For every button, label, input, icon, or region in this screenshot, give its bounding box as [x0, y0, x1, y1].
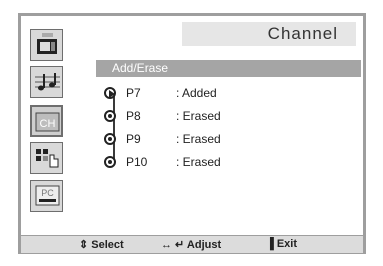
radio-dot-icon: [104, 133, 116, 145]
channel-name: P9: [126, 132, 141, 146]
page-title: Channel: [267, 24, 338, 43]
footer-hints: ⇕ Select ↔ ↵ Adjust ▐ Exit: [21, 236, 363, 253]
play-icon: [104, 87, 116, 99]
channel-connector-line: [113, 90, 115, 162]
sidebar-item-sound[interactable]: [30, 66, 63, 98]
channel-status: : Erased: [176, 132, 221, 146]
channel-name: P8: [126, 109, 141, 123]
svg-text:PC: PC: [41, 188, 54, 198]
radio-dot-icon: [104, 156, 116, 168]
pc-icon: PC: [35, 185, 60, 206]
adjust-hint: ↔ ↵ Adjust: [161, 239, 222, 251]
sound-icon: [35, 73, 60, 91]
channel-status: : Erased: [176, 155, 221, 169]
add-erase-row[interactable]: Add/Erase: [96, 60, 361, 77]
sidebar-item-picture[interactable]: [30, 29, 63, 61]
sidebar: CH PC: [24, 19, 76, 233]
radio-dot-icon: [104, 110, 116, 122]
title-bar: Channel: [182, 22, 356, 46]
channel-name: P7: [126, 86, 141, 100]
svg-text:CH: CH: [40, 118, 56, 130]
channel-status: : Erased: [176, 109, 221, 123]
setup-icon: [36, 149, 59, 168]
exit-hint: ▐ Exit: [266, 238, 298, 250]
sidebar-item-setup[interactable]: [30, 142, 63, 174]
select-hint: ⇕ Select: [79, 239, 124, 251]
channel-status: : Added: [176, 86, 217, 100]
channel-name: P10: [126, 155, 148, 169]
channel-icon: CH: [35, 112, 60, 132]
sidebar-item-channel[interactable]: CH: [30, 105, 63, 137]
add-erase-label: Add/Erase: [112, 61, 169, 75]
picture-icon: [37, 33, 57, 54]
sidebar-item-pc[interactable]: PC: [30, 180, 63, 212]
